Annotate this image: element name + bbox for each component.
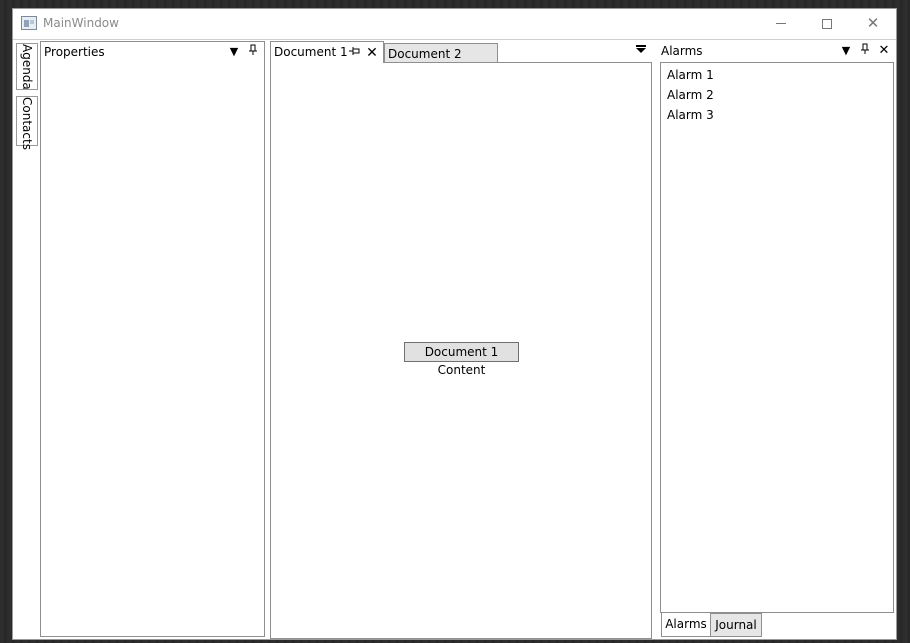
left-autohide-strip: Agenda Contacts: [15, 41, 39, 638]
close-icon[interactable]: ✕: [365, 45, 379, 61]
side-tab-contacts[interactable]: Contacts: [16, 96, 38, 150]
window-title: MainWindow: [43, 16, 119, 30]
document-list-icon[interactable]: [634, 44, 648, 58]
properties-pane: Properties ▼: [40, 41, 265, 637]
list-item-alarm-2[interactable]: Alarm 2: [667, 88, 714, 102]
document-1-content-button[interactable]: Document 1 Content: [404, 342, 519, 377]
main-window: MainWindow ✕ Agenda Contacts Properties …: [12, 8, 897, 640]
close-icon: ✕: [866, 14, 880, 32]
minimize-button[interactable]: [758, 9, 804, 39]
close-window-button[interactable]: ✕: [850, 9, 896, 39]
close-icon[interactable]: ✕: [877, 43, 891, 59]
pin-icon[interactable]: [246, 44, 260, 60]
tab-document-1-label: Document 1: [274, 45, 348, 59]
tab-document-2-label: Document 2: [388, 47, 462, 61]
chevron-down-icon[interactable]: ▼: [839, 43, 853, 59]
tab-journal[interactable]: Journal: [710, 613, 762, 637]
title-bar[interactable]: MainWindow ✕: [13, 9, 896, 39]
tab-document-2[interactable]: Document 2: [384, 43, 498, 63]
alarms-pane: Alarms ▼ ✕ Alarm 1 Alarm 2 Alarm 3: [658, 41, 896, 613]
pin-icon[interactable]: [347, 45, 361, 61]
tab-alarms[interactable]: Alarms: [661, 613, 711, 637]
pin-icon[interactable]: [858, 43, 872, 59]
minimize-icon: [776, 23, 786, 24]
document-1-content-area: Document 1 Content: [270, 62, 652, 639]
tab-document-1[interactable]: Document 1 ✕: [270, 41, 384, 63]
properties-header[interactable]: Properties ▼: [41, 42, 264, 62]
list-item-alarm-1[interactable]: Alarm 1: [667, 68, 714, 82]
dock-manager: Agenda Contacts Properties ▼ Document 1 …: [13, 39, 896, 639]
maximize-icon: [822, 18, 832, 29]
alarms-tab-strip: Alarms Journal: [658, 613, 896, 638]
chevron-down-icon[interactable]: ▼: [227, 44, 241, 60]
alarms-header[interactable]: Alarms ▼ ✕: [658, 41, 896, 61]
properties-title: Properties: [44, 45, 105, 59]
app-window-icon: [21, 16, 37, 30]
document-pane: Document 1 ✕ Document 2 Document 1 Conte…: [270, 41, 652, 639]
side-tab-agenda[interactable]: Agenda: [16, 43, 38, 90]
alarms-title: Alarms: [661, 44, 703, 58]
maximize-button[interactable]: [804, 9, 850, 39]
alarm-list: Alarm 1 Alarm 2 Alarm 3: [660, 62, 894, 613]
list-item-alarm-3[interactable]: Alarm 3: [667, 108, 714, 122]
